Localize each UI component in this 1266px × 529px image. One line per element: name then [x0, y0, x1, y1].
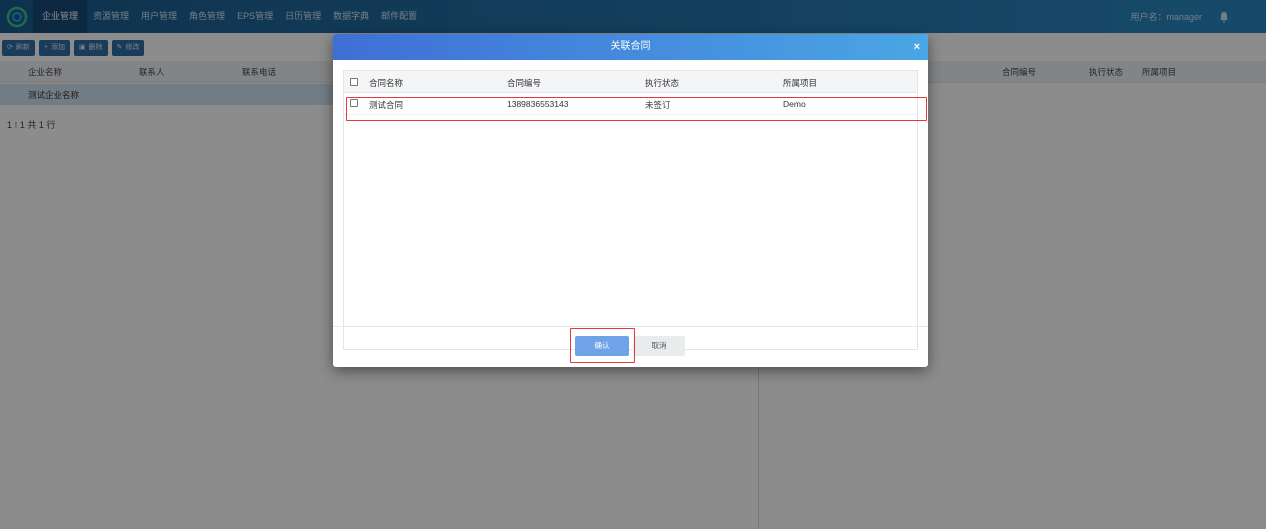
modal-overlay-top: [0, 0, 1266, 33]
confirm-highlight-box: [570, 328, 635, 363]
close-icon[interactable]: ×: [914, 34, 920, 60]
dialog-footer-divider: [333, 326, 928, 327]
col-project: 所属项目: [783, 78, 818, 88]
col-exec-status: 执行状态: [645, 78, 680, 88]
dialog-title: 关联合同: [610, 41, 651, 52]
associate-contract-dialog: 关联合同 × 合同名称 合同编号 执行状态 所属项目 测试合同 13898365…: [333, 34, 928, 367]
contract-table-header: 合同名称 合同编号 执行状态 所属项目: [344, 71, 917, 93]
cancel-button[interactable]: 取消: [633, 336, 685, 356]
select-all-checkbox[interactable]: [350, 78, 358, 86]
dialog-header: 关联合同 ×: [333, 34, 928, 60]
col-contract-code: 合同编号: [507, 78, 542, 88]
row-highlight-box: [346, 97, 927, 121]
col-contract-name: 合同名称: [369, 78, 404, 88]
